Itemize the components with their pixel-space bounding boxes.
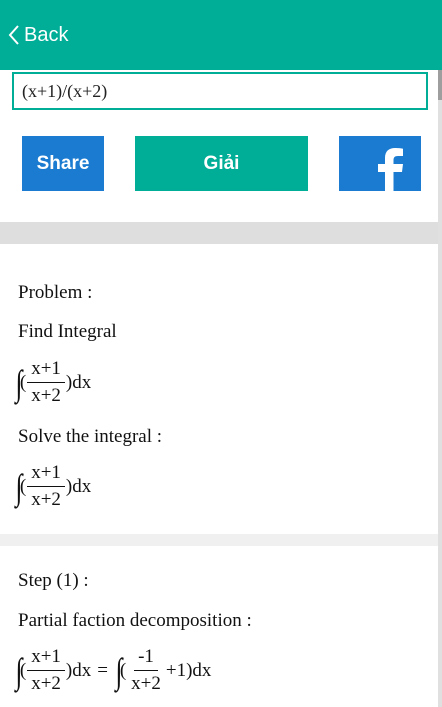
- fraction: x+1 x+2: [27, 462, 65, 511]
- fraction: x+1 x+2: [27, 646, 65, 695]
- solve-heading: Solve the integral :: [18, 426, 163, 447]
- close-dx: )dx: [65, 372, 92, 393]
- integral-expression: ∫ ( x+1 x+2 )dx: [14, 358, 91, 408]
- share-button[interactable]: Share: [22, 136, 104, 191]
- numerator: -1: [134, 646, 158, 671]
- close-dx: )dx: [65, 660, 92, 681]
- step-card: Step (1) : Partial faction decomposition…: [0, 546, 438, 707]
- step-heading: Step (1) :: [18, 570, 89, 591]
- close-dx: )dx: [65, 476, 92, 497]
- numerator: x+1: [27, 358, 65, 383]
- denominator: x+2: [31, 673, 61, 694]
- scrollbar-track[interactable]: [438, 70, 442, 707]
- close-plus-one-dx: +1)dx: [165, 660, 212, 681]
- integral-symbol: ∫: [15, 651, 23, 691]
- numerator: x+1: [27, 462, 65, 487]
- problem-heading: Problem :: [18, 282, 93, 303]
- expression-input[interactable]: [12, 72, 428, 110]
- numerator: x+1: [27, 646, 65, 671]
- fraction: x+1 x+2: [27, 358, 65, 407]
- card-separator: [0, 534, 438, 546]
- fraction: -1 x+2: [127, 646, 165, 695]
- method-label: Partial faction decomposition :: [18, 610, 252, 631]
- back-button[interactable]: Back: [8, 20, 68, 50]
- denominator: x+2: [31, 489, 61, 510]
- denominator: x+2: [131, 673, 161, 694]
- scrollbar-thumb[interactable]: [438, 70, 442, 100]
- back-label: Back: [24, 23, 69, 46]
- integral-expression: ∫ ( x+1 x+2 )dx: [14, 462, 91, 512]
- chevron-left-icon: [8, 24, 20, 46]
- problem-card: Problem : Find Integral ∫ ( x+1 x+2 )dx …: [0, 258, 438, 534]
- task-label: Find Integral: [18, 321, 117, 342]
- facebook-button[interactable]: [339, 136, 421, 191]
- equals-sign: =: [97, 660, 108, 681]
- decomposition-expression: ∫ ( x+1 x+2 )dx = ∫ ( -1 x+2 +1)dx: [14, 646, 211, 696]
- section-divider: [0, 222, 438, 244]
- integral-symbol: ∫: [15, 363, 23, 403]
- app-header: Back: [0, 0, 442, 70]
- integral-symbol: ∫: [115, 651, 123, 691]
- integral-symbol: ∫: [15, 467, 23, 507]
- denominator: x+2: [31, 385, 61, 406]
- solve-button[interactable]: Giải: [135, 136, 308, 191]
